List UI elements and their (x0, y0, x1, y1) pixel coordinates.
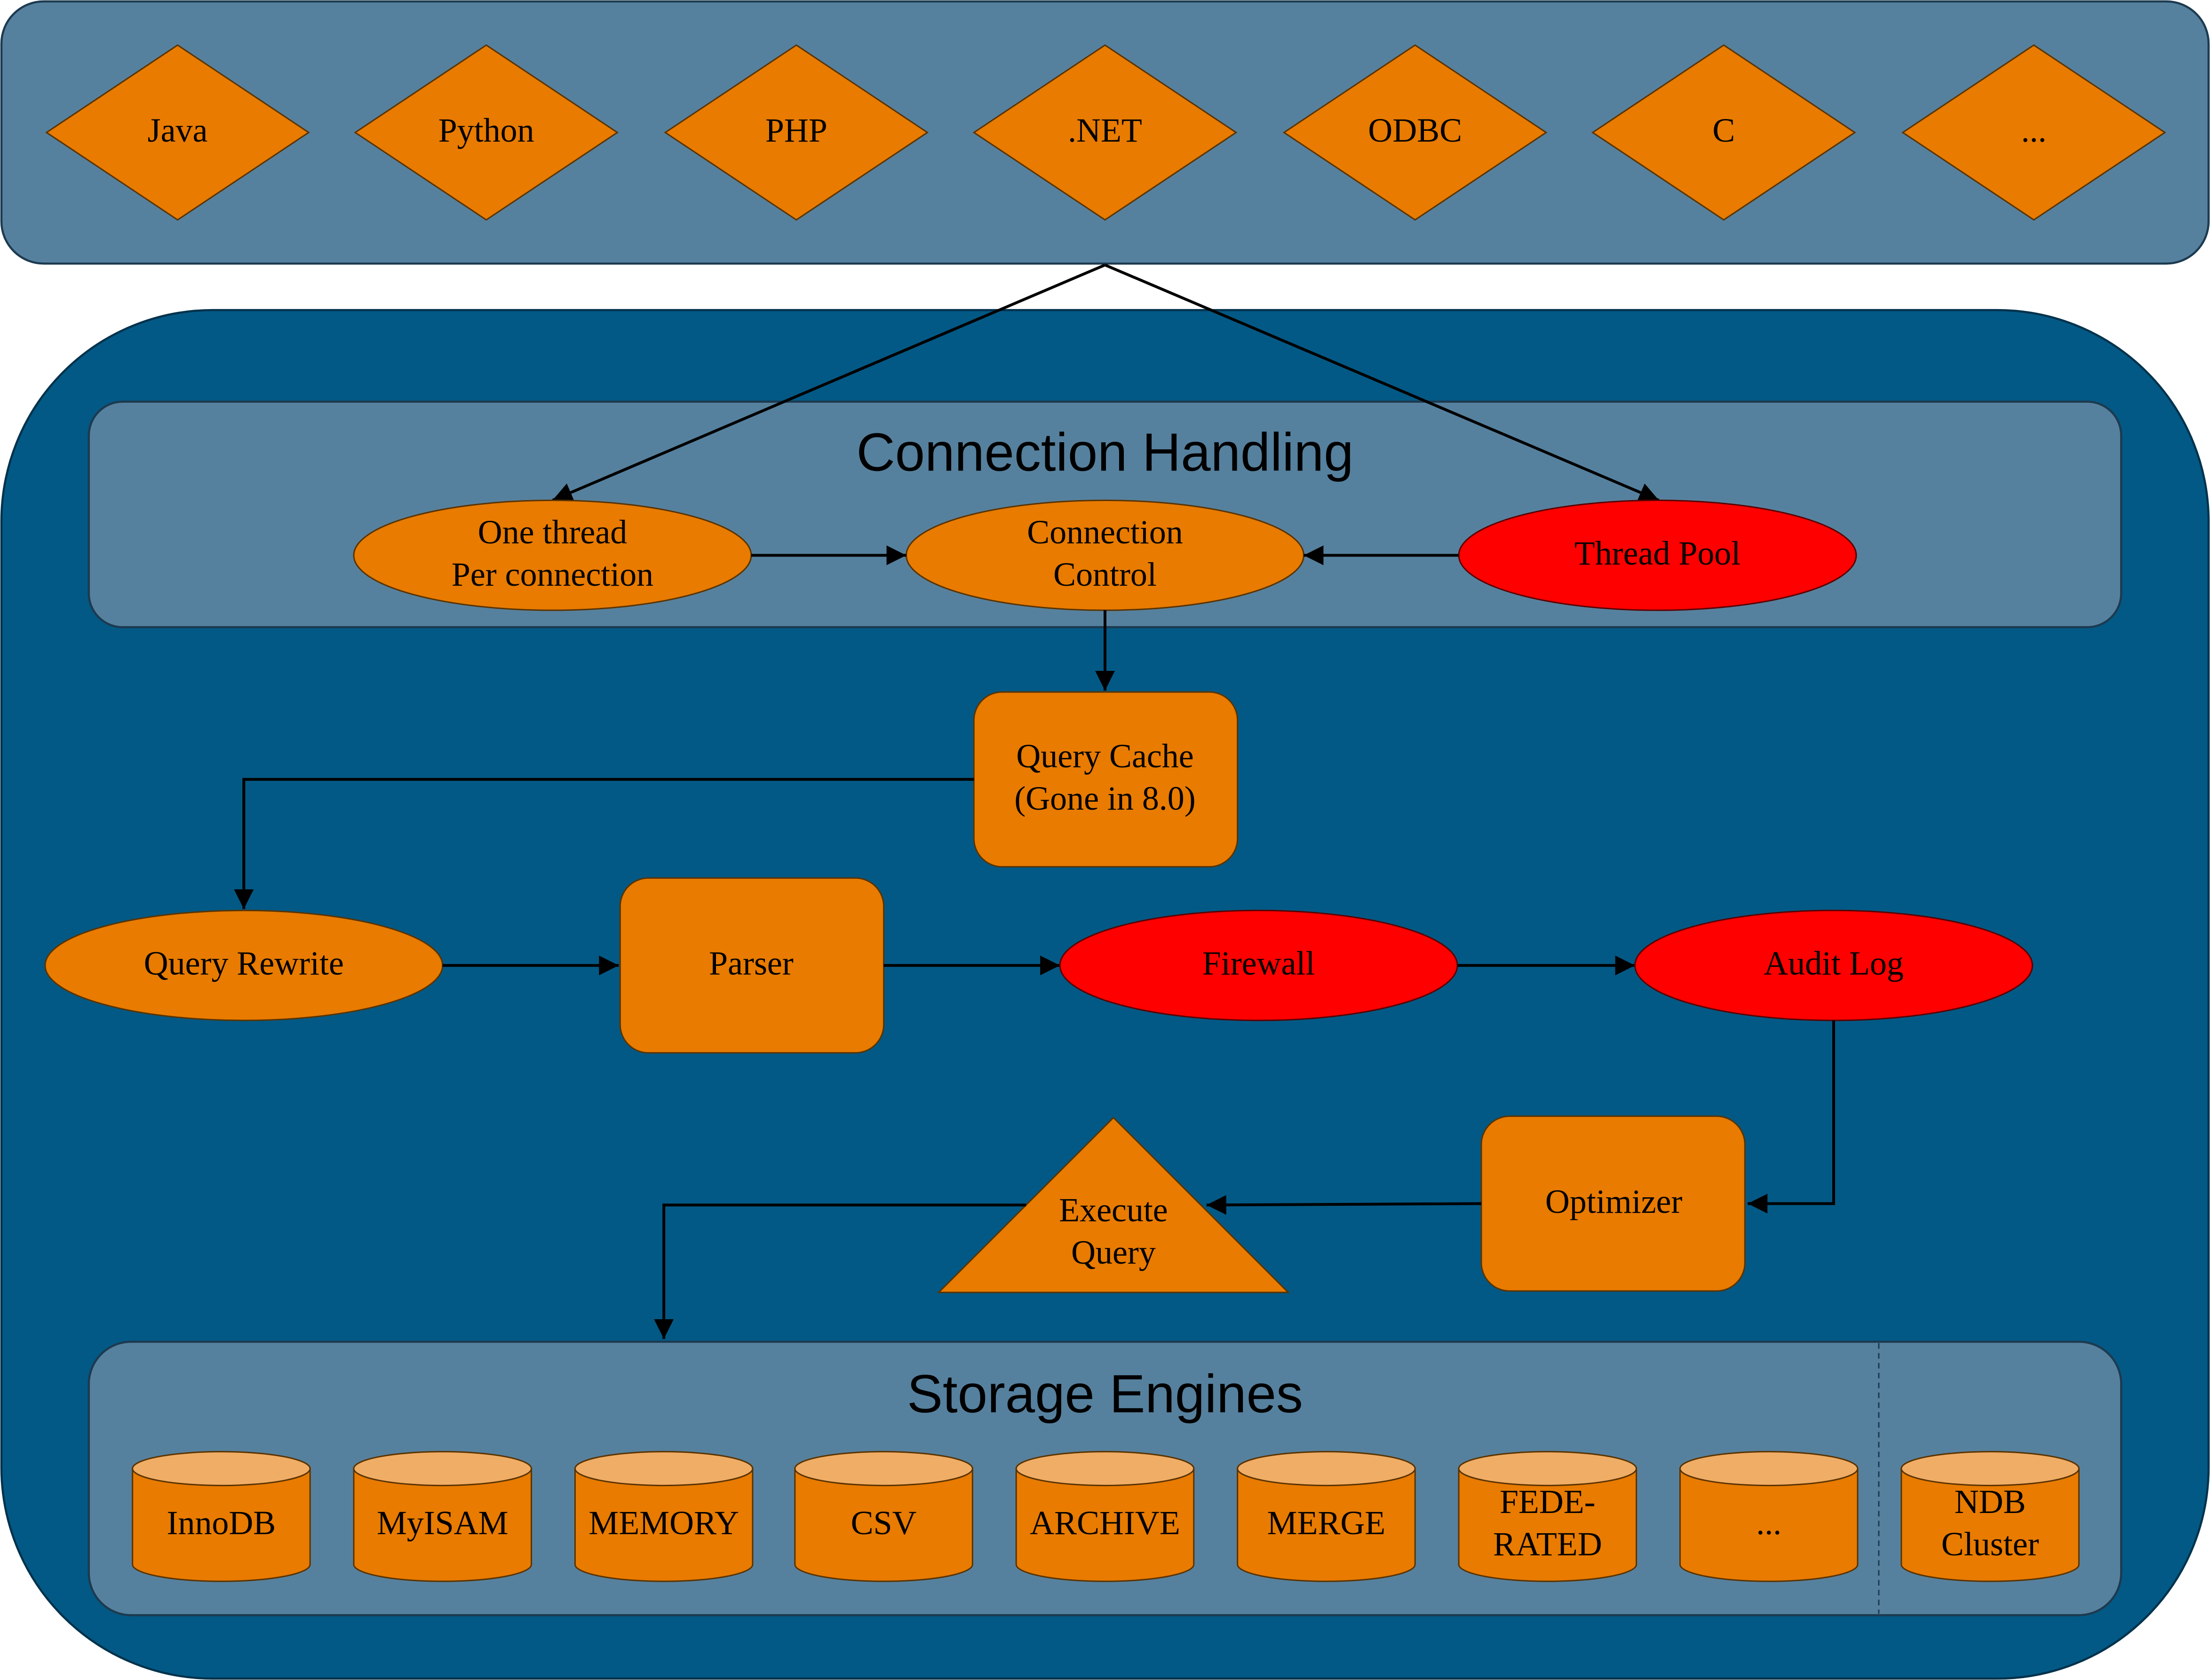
storage-engine-label: MEMORY (588, 1504, 739, 1542)
query-cache-line2: (Gone in 8.0) (1014, 780, 1195, 817)
one-thread-line1: One thread (478, 513, 627, 551)
node-one-thread-per-connection[interactable]: One thread Per connection (353, 500, 752, 611)
connector-label: Python (438, 111, 534, 149)
connector-label: .NET (1068, 111, 1142, 149)
cylinder-top (1458, 1451, 1638, 1487)
cylinder-top (353, 1451, 533, 1487)
storage-engine-innodb[interactable]: InnoDB (132, 1451, 311, 1582)
one-thread-line2: Per connection (452, 556, 653, 593)
cylinder-top (132, 1451, 311, 1487)
optimizer-label: Optimizer (1545, 1183, 1683, 1220)
storage-engine-more[interactable]: ... (1679, 1451, 1859, 1582)
storage-engine-label: Cluster (1941, 1525, 2039, 1563)
mysql-architecture-diagram: Java Python PHP .NET ODBC C... Connection Han… (0, 0, 2210, 1680)
thread-pool-label: Thread Pool (1574, 534, 1741, 572)
node-optimizer[interactable]: Optimizer (1480, 1115, 1746, 1292)
cylinder-top (1900, 1451, 2080, 1487)
connector-label: ODBC (1368, 111, 1462, 149)
cylinder-top (574, 1451, 754, 1487)
storage-engines-group: InnoDB MyISAM MEMORY CSV ARCHIVE MERGE FEDE- RA… (132, 1451, 2080, 1582)
query-cache-line1: Query Cache (1016, 737, 1193, 775)
storage-engines-title: Storage Engines (907, 1364, 1303, 1424)
storage-engine-label: InnoDB (167, 1504, 276, 1542)
node-firewall[interactable]: Firewall (1059, 909, 1458, 1021)
edge-optimizer-to-execute-query (1206, 1195, 1481, 1215)
storage-engine-csv[interactable]: CSV (794, 1451, 973, 1582)
cylinder-top (1237, 1451, 1416, 1487)
cylinder-top (1679, 1451, 1859, 1487)
storage-engine-label: FEDE- (1500, 1483, 1596, 1521)
storage-engine-merge[interactable]: MERGE (1237, 1451, 1416, 1582)
execute-query-line1: Execute (1059, 1191, 1168, 1229)
storage-engine-label: RATED (1493, 1525, 1602, 1563)
storage-engine-federated[interactable]: FEDE- RATED (1458, 1451, 1638, 1582)
storage-engine-myisam[interactable]: MyISAM (353, 1451, 533, 1582)
connector-label: PHP (765, 111, 827, 149)
query-rewrite-label: Query Rewrite (144, 945, 344, 982)
storage-engine-ndbcluster[interactable]: NDB Cluster (1900, 1451, 2080, 1582)
connector-label: ... (2021, 111, 2047, 149)
storage-engine-memory[interactable]: MEMORY (574, 1451, 754, 1582)
audit-log-label: Audit Log (1764, 945, 1904, 982)
storage-engine-label: MERGE (1267, 1504, 1386, 1542)
connection-control-line2: Control (1053, 556, 1157, 593)
storage-engine-label: MyISAM (377, 1504, 509, 1542)
connector-label: C (1712, 111, 1735, 149)
node-connection-control[interactable]: Connection Control (906, 500, 1304, 611)
connector-label: Java (148, 111, 208, 149)
node-parser[interactable]: Parser (619, 877, 885, 1054)
firewall-label: Firewall (1202, 945, 1315, 982)
connection-control-line1: Connection (1027, 513, 1183, 551)
node-thread-pool[interactable]: Thread Pool (1458, 500, 1857, 611)
node-query-rewrite[interactable]: Query Rewrite (44, 909, 444, 1021)
cylinder-top (794, 1451, 973, 1487)
cylinder-top (1015, 1451, 1195, 1487)
storage-engine-label: ... (1756, 1504, 1781, 1542)
node-query-cache[interactable]: Query Cache (Gone in 8.0) (973, 691, 1239, 868)
storage-engine-label: CSV (851, 1504, 917, 1542)
parser-label: Parser (709, 945, 794, 982)
storage-engine-archive[interactable]: ARCHIVE (1015, 1451, 1195, 1582)
storage-engine-label: ARCHIVE (1030, 1504, 1180, 1542)
node-audit-log[interactable]: Audit Log (1634, 909, 2033, 1021)
connection-handling-title: Connection Handling (857, 423, 1354, 483)
execute-query-line2: Query (1071, 1234, 1156, 1271)
storage-engine-label: NDB (1955, 1483, 2026, 1521)
